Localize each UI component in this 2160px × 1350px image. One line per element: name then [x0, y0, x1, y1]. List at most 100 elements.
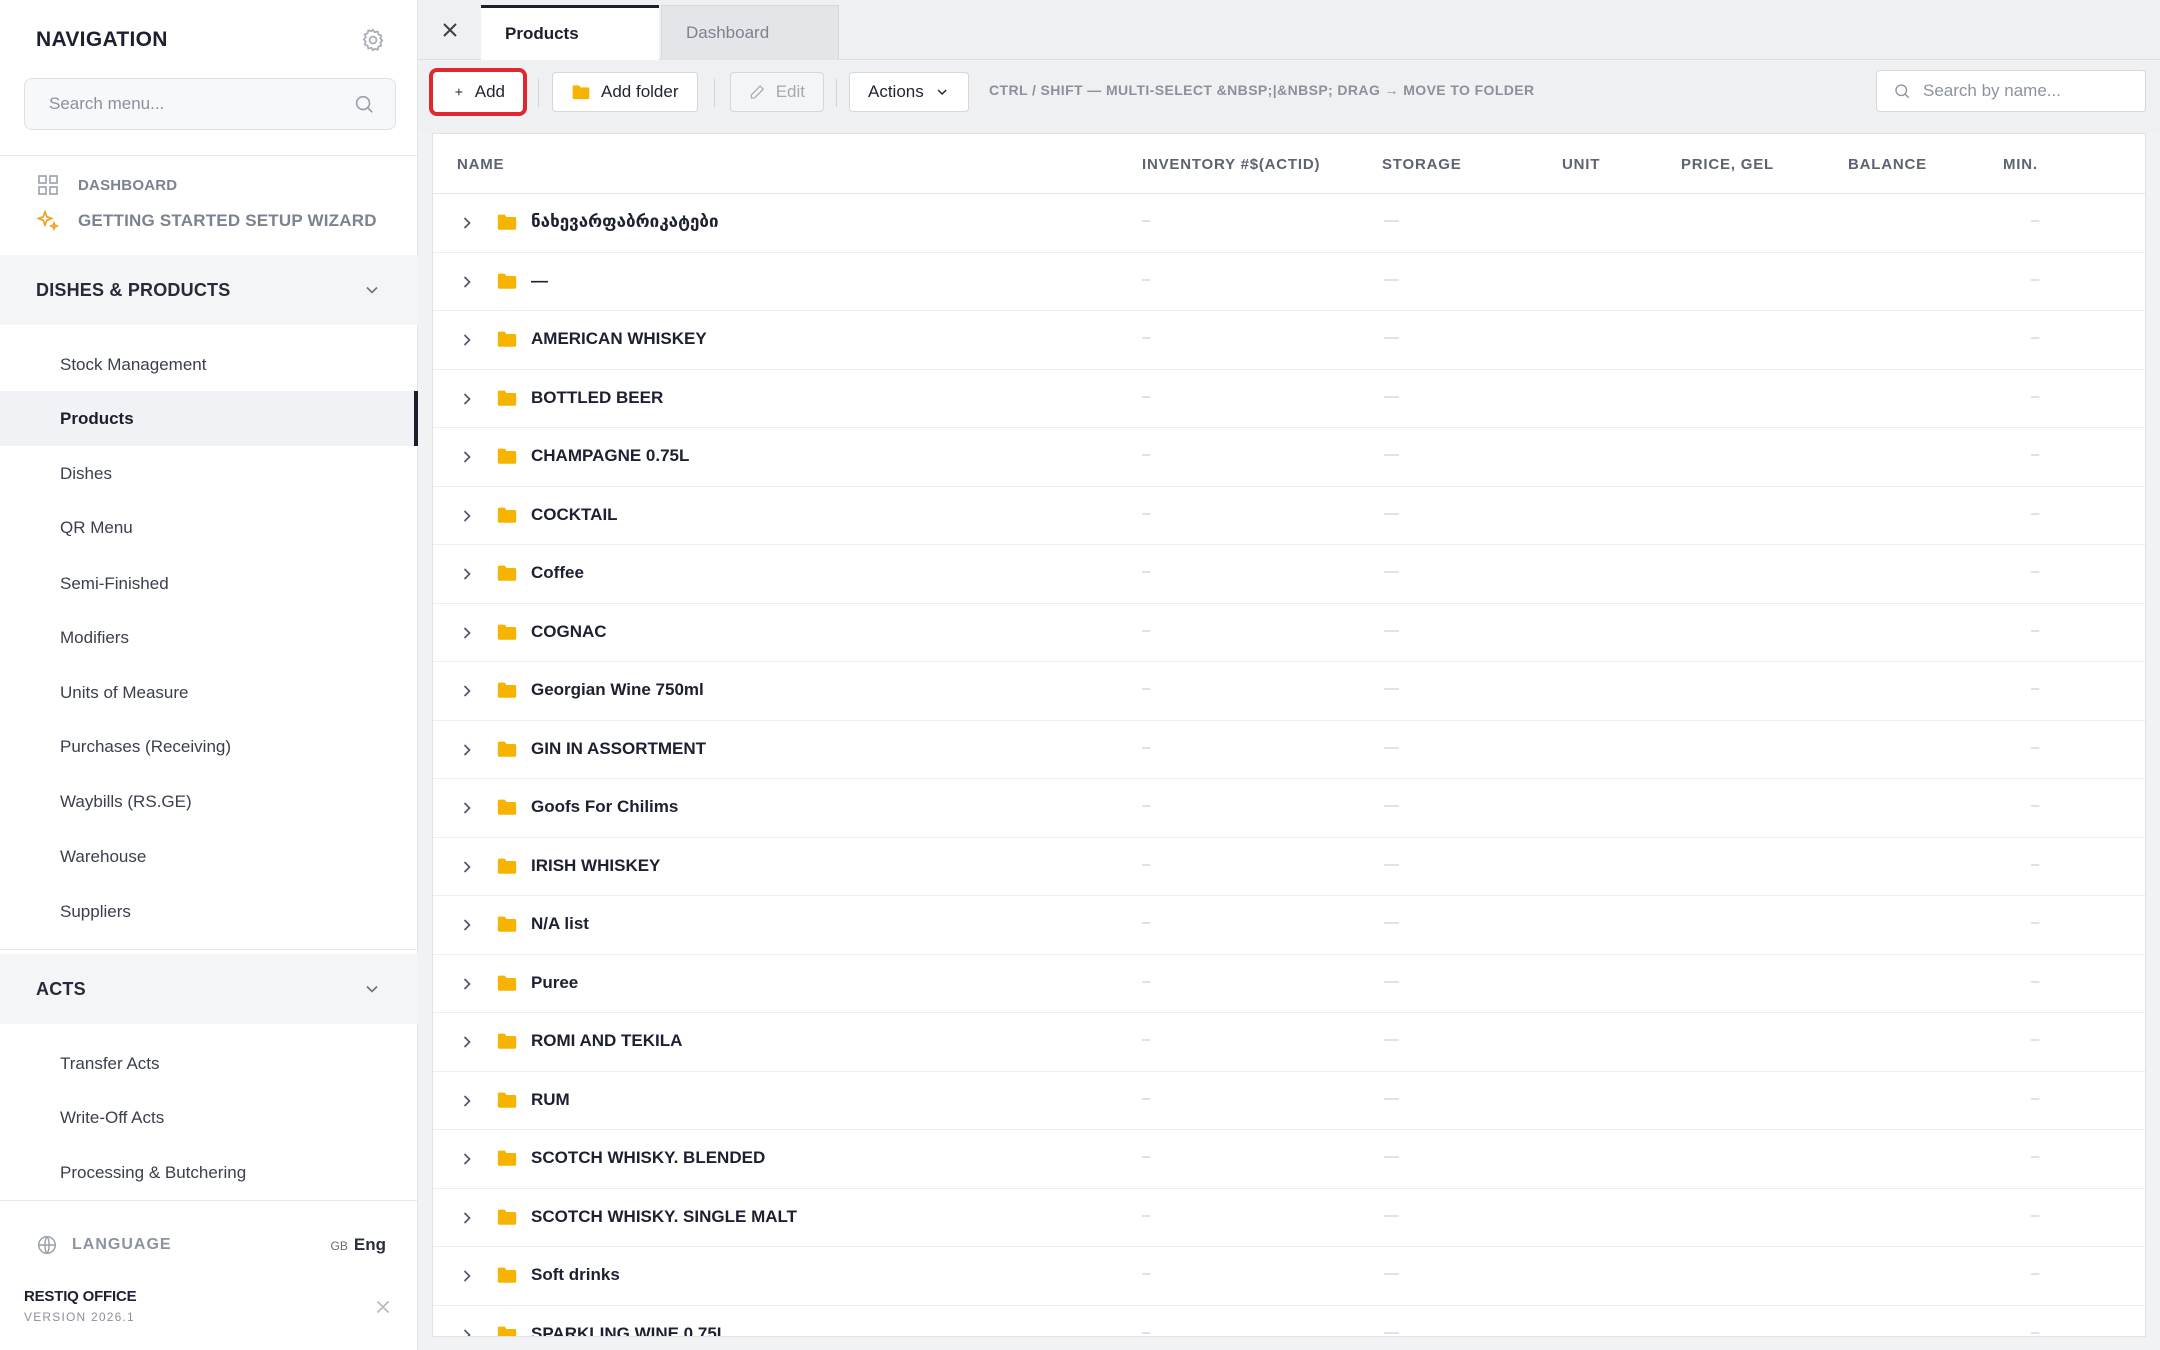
edit-button[interactable]: Edit	[730, 72, 824, 112]
storage-cell: —	[1384, 1323, 1399, 1337]
storage-cell: —	[1384, 1089, 1399, 1107]
sidebar-item-waybills[interactable]: Waybills (RS.GE)	[0, 774, 418, 829]
tab-products[interactable]: Products	[481, 5, 659, 60]
chevron-right-icon[interactable]	[457, 272, 477, 292]
sidebar-item-stock-management[interactable]: Stock Management	[0, 337, 418, 392]
actions-dropdown[interactable]: Actions	[849, 72, 969, 112]
sidebar-item-warehouse[interactable]: Warehouse	[0, 829, 418, 884]
column-header-balance[interactable]: BALANCE	[1848, 156, 1927, 173]
sidebar-item-write-off-acts[interactable]: Write-Off Acts	[0, 1090, 418, 1145]
table-row[interactable]: Soft drinks – — –	[433, 1247, 2145, 1306]
storage-cell: —	[1384, 387, 1399, 405]
chevron-right-icon[interactable]	[457, 740, 477, 760]
chevron-right-icon[interactable]	[457, 915, 477, 935]
close-icon[interactable]	[372, 1296, 394, 1318]
chevron-down-icon	[366, 985, 378, 993]
search-icon	[1895, 84, 1910, 99]
sidebar-item-semi-finished[interactable]: Semi-Finished	[0, 556, 418, 611]
sidebar-item-dishes[interactable]: Dishes	[0, 446, 418, 501]
close-tabs-icon[interactable]	[438, 18, 462, 42]
sidebar-item-suppliers[interactable]: Suppliers	[0, 884, 418, 939]
chevron-right-icon[interactable]	[457, 1208, 477, 1228]
column-header-unit[interactable]: UNIT	[1562, 156, 1600, 173]
storage-cell: —	[1384, 212, 1399, 229]
chevron-right-icon[interactable]	[457, 447, 477, 467]
chevron-right-icon[interactable]	[457, 1149, 477, 1169]
folder-icon	[496, 562, 518, 584]
table-row[interactable]: ROMI AND TEKILA – — –	[433, 1013, 2145, 1072]
chevron-right-icon[interactable]	[457, 857, 477, 877]
min-cell: –	[2031, 212, 2040, 229]
table-row[interactable]: Puree – — –	[433, 955, 2145, 1013]
chevron-right-icon[interactable]	[457, 1325, 477, 1336]
language-selector[interactable]: LANGUAGE GB Eng	[36, 1234, 386, 1256]
storage-cell: —	[1384, 855, 1399, 873]
column-header-name[interactable]: NAME	[457, 156, 504, 173]
folder-icon	[496, 445, 518, 467]
table-row[interactable]: SCOTCH WHISKY. BLENDED – — –	[433, 1130, 2145, 1189]
search-by-name-input[interactable]	[1923, 81, 2133, 101]
table-row[interactable]: AMERICAN WHISKEY – — –	[433, 311, 2145, 370]
table-row[interactable]: BOTTLED BEER – — –	[433, 370, 2145, 428]
column-header-inventory[interactable]: INVENTORY #$(ACTID)	[1142, 156, 1320, 173]
toolbar-separator	[836, 79, 837, 107]
sidebar-link-dashboard[interactable]: DASHBOARD	[36, 173, 177, 197]
table-row[interactable]: — – — –	[433, 253, 2145, 311]
sidebar-item-qr-menu[interactable]: QR Menu	[0, 500, 418, 555]
sidebar-item-processing-butchering[interactable]: Processing & Butchering	[0, 1145, 418, 1200]
table-row[interactable]: N/A list – — –	[433, 896, 2145, 955]
table-row[interactable]: GIN IN ASSORTMENT – — –	[433, 721, 2145, 779]
gear-icon[interactable]	[360, 27, 386, 53]
inventory-cell: –	[1142, 270, 1151, 288]
chevron-right-icon[interactable]	[457, 1032, 477, 1052]
table-row[interactable]: COCKTAIL – — –	[433, 487, 2145, 545]
min-cell: –	[2031, 680, 2040, 697]
table-row[interactable]: CHAMPAGNE 0.75L – — –	[433, 428, 2145, 487]
table-row[interactable]: SCOTCH WHISKY. SINGLE MALT – — –	[433, 1189, 2145, 1247]
row-name: Soft drinks	[531, 1265, 620, 1284]
table-row[interactable]: IRISH WHISKEY – — –	[433, 838, 2145, 896]
chevron-right-icon[interactable]	[457, 564, 477, 584]
chevron-right-icon[interactable]	[457, 506, 477, 526]
section-acts[interactable]: ACTS	[0, 954, 418, 1024]
folder-icon	[496, 796, 518, 818]
chevron-right-icon[interactable]	[457, 1091, 477, 1111]
chevron-right-icon[interactable]	[457, 974, 477, 994]
table-row[interactable]: Coffee – — –	[433, 545, 2145, 604]
search-menu-input[interactable]: Search menu...	[24, 78, 396, 130]
sidebar-item-purchases[interactable]: Purchases (Receiving)	[0, 719, 418, 774]
sidebar-item-units-of-measure[interactable]: Units of Measure	[0, 665, 418, 720]
table-row[interactable]: Georgian Wine 750ml – — –	[433, 662, 2145, 721]
folder-icon	[496, 972, 518, 994]
section-dishes-products[interactable]: DISHES & PRODUCTS	[0, 255, 418, 325]
column-header-storage[interactable]: STORAGE	[1382, 156, 1462, 173]
table-row[interactable]: Goofs For Chilims – — –	[433, 779, 2145, 838]
table-row[interactable]: COGNAC – — –	[433, 604, 2145, 662]
chevron-right-icon[interactable]	[457, 681, 477, 701]
min-cell: –	[2031, 563, 2040, 580]
chevron-right-icon[interactable]	[457, 798, 477, 818]
row-name: COGNAC	[531, 621, 607, 641]
table-row[interactable]: ნახევარფაბრიკატები – — –	[433, 194, 2145, 253]
column-header-min[interactable]: MIN.	[2003, 156, 2038, 173]
sidebar-item-modifiers[interactable]: Modifiers	[0, 610, 418, 665]
sidebar-item-transfer-acts[interactable]: Transfer Acts	[0, 1036, 418, 1091]
sidebar-link-setup-wizard[interactable]: GETTING STARTED SETUP WIZARD	[36, 209, 377, 233]
chevron-right-icon[interactable]	[457, 389, 477, 409]
table-row[interactable]: RUM – — –	[433, 1072, 2145, 1130]
chevron-right-icon[interactable]	[457, 1266, 477, 1286]
chevron-right-icon[interactable]	[457, 330, 477, 350]
tab-dashboard[interactable]: Dashboard	[661, 5, 839, 60]
add-folder-button[interactable]: Add folder	[552, 72, 698, 112]
row-name: N/A list	[531, 914, 589, 933]
table-row[interactable]: SPARKLING WINE 0.75L – — –	[433, 1306, 2145, 1337]
row-name: SPARKLING WINE 0.75L	[531, 1323, 728, 1337]
min-cell: –	[2031, 1323, 2040, 1337]
add-button[interactable]: Add	[429, 68, 527, 116]
chevron-right-icon[interactable]	[457, 623, 477, 643]
chevron-down-icon	[937, 89, 947, 95]
column-header-price[interactable]: PRICE, GEL	[1681, 156, 1774, 173]
search-by-name-field[interactable]	[1876, 70, 2146, 112]
sidebar-item-products[interactable]: Products	[0, 391, 418, 446]
chevron-right-icon[interactable]	[457, 213, 477, 233]
